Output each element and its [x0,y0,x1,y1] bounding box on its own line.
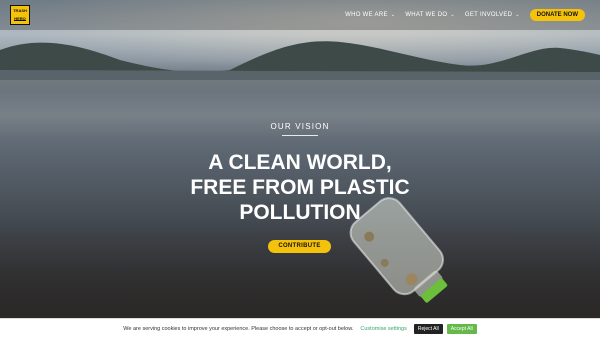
cookie-consent-bar: We are serving cookies to improve your e… [0,318,600,338]
hero-headline: A CLEAN WORLD, FREE FROM PLASTIC POLLUTI… [0,150,600,225]
nav-item-what-we-do[interactable]: WHAT WE DO ⌄ [405,12,455,18]
nav-label: GET INVOLVED [464,12,513,18]
contribute-button[interactable]: CONTRIBUTE [268,240,331,253]
nav-label: WHO WE ARE [345,12,388,18]
hero-eyebrow: OUR VISION [270,122,330,131]
nav-item-who-we-are[interactable]: WHO WE ARE ⌄ [345,12,395,18]
reject-all-button[interactable]: Reject All [413,323,443,334]
donate-button[interactable]: DONATE NOW [529,9,585,21]
headline-line: FREE FROM PLASTIC [190,176,410,199]
nav-label: WHAT WE DO [405,12,448,18]
site-header: TRASH HERO WHO WE ARE ⌄ WHAT WE DO ⌄ GET… [0,0,600,30]
chevron-down-icon: ⌄ [515,12,520,18]
water-reflection [0,80,600,140]
logo-text-line1: TRASH [13,8,27,13]
eyebrow-divider [282,135,318,136]
chevron-down-icon: ⌄ [450,12,455,18]
logo-underline [14,20,26,21]
customise-settings-link[interactable]: Customise settings [360,326,406,332]
headline-line: POLLUTION [239,201,361,224]
chevron-down-icon: ⌄ [390,12,396,18]
nav-item-get-involved[interactable]: GET INVOLVED ⌄ [465,12,520,18]
cookie-message: We are serving cookies to improve your e… [123,325,354,332]
site-logo[interactable]: TRASH HERO [10,5,30,25]
headline-line: A CLEAN WORLD, [208,151,392,174]
accept-all-button[interactable]: Accept All [446,323,477,334]
main-nav: WHO WE ARE ⌄ WHAT WE DO ⌄ GET INVOLVED ⌄… [345,0,600,30]
